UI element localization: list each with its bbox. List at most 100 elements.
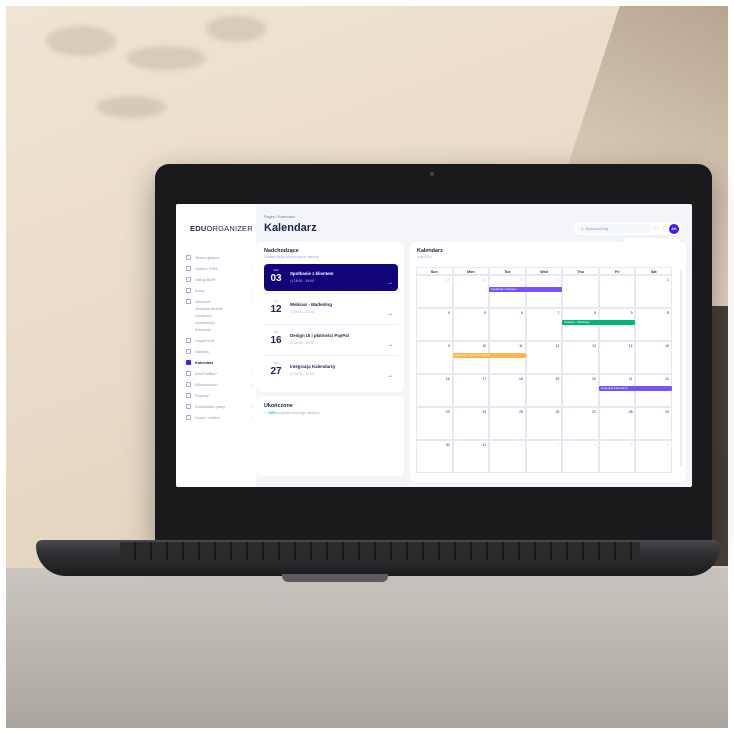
calendar-day-cell[interactable]: 2	[598, 275, 636, 308]
sidebar-item[interactable]: Kalendarz	[186, 357, 262, 368]
calendar-day-cell[interactable]: 13	[562, 341, 599, 374]
sidebar-item[interactable]: Środowisko pracy ›	[186, 401, 252, 412]
sidebar-item[interactable]: Usługi BWR ›	[186, 274, 252, 285]
event-card[interactable]: Sier 16 Design UI i płatności PayPal ◷ 09:0…	[264, 326, 398, 353]
info-icon[interactable]: ⓘ	[654, 225, 659, 232]
moon-icon[interactable]: ☾	[663, 226, 667, 232]
sidebar-item-label: System CRM	[195, 266, 218, 271]
calendar-day-cell[interactable]: 19	[525, 374, 563, 407]
calendar-day-cell[interactable]: 26	[525, 407, 563, 440]
avatar[interactable]: AK	[669, 223, 679, 234]
sidebar-item[interactable]: Asystent AI	[186, 335, 252, 346]
calendar-header-row: Sun Mon Tue Wed Thu Fri Sat	[416, 267, 673, 275]
calendar-day-cell[interactable]: 20	[562, 374, 599, 407]
keyboard	[120, 542, 640, 560]
event-time: ◷ 09:00 - 10:00	[290, 341, 314, 345]
calendar-week-row: 9 10 11 12 13 14 15 Design UI i płatności PayPa…	[416, 341, 673, 374]
day-number: 5	[484, 311, 487, 315]
day-number: 6	[520, 311, 523, 315]
event-card[interactable]: Wrz 27 Integracja Kalendarzy ◷ 09:00 - 10:0…	[264, 357, 398, 384]
calendar-day-cell[interactable]: 5	[635, 440, 673, 473]
trackpad-notch	[282, 574, 388, 582]
calendar-day-cell[interactable]: 12	[525, 341, 563, 374]
sidebar-item[interactable]: Nowy i Indeks* ›	[186, 412, 252, 423]
sidebar-item[interactable]: Strona główna	[186, 252, 252, 263]
nav-icon	[186, 415, 191, 420]
arrow-right-icon[interactable]: →	[387, 373, 393, 379]
calendar-day-cell[interactable]: 29	[635, 407, 673, 440]
event-time: ◷ 09:00 - 10:00	[290, 372, 314, 376]
sidebar-item[interactable]: Zadania	[186, 346, 252, 357]
calendar-day-cell[interactable]: 5	[452, 308, 490, 341]
sidebar-item[interactable]: Raporty*	[186, 390, 252, 401]
day-number: 1	[520, 443, 523, 447]
completed-title: Ukończone	[264, 403, 293, 409]
day-number: 13	[592, 344, 596, 348]
search-input[interactable]	[585, 226, 636, 231]
nav-icon	[186, 404, 191, 409]
calendar-day-cell[interactable]: 29	[452, 275, 490, 308]
calendar-day-cell[interactable]: 1	[562, 275, 599, 308]
sidebar-subitem[interactable]: Referencje*	[186, 328, 252, 335]
day-number: 10	[482, 344, 487, 348]
sidebar-item[interactable]: System CRM ›	[186, 263, 252, 274]
calendar-day-cell[interactable]: 16	[416, 374, 453, 407]
calendar-day-cell[interactable]: 23	[416, 407, 453, 440]
sidebar-subitem[interactable]: Wszystkie zlecenia*	[186, 307, 252, 314]
day-number: 25	[518, 410, 523, 414]
calendar-day-cell[interactable]: 6	[489, 308, 526, 341]
calendar-day-cell[interactable]: 8	[635, 308, 673, 341]
topbar: ⚲ ⓘ ☾ AK	[574, 222, 682, 235]
divider	[264, 355, 398, 356]
calendar-event[interactable]: Webinar - Marketing	[562, 320, 636, 325]
sidebar-subitem[interactable]: Complitudy*	[186, 314, 252, 321]
calendar-day-cell[interactable]: 3	[562, 440, 599, 473]
arrow-right-icon[interactable]: →	[387, 280, 393, 286]
sidebar-subitem[interactable]: Administracja*	[186, 321, 252, 328]
weekday-label: Mon	[452, 267, 490, 275]
calendar-event[interactable]: Integracja Kalendarzy	[598, 386, 672, 391]
weekday-label: Fri	[598, 267, 636, 275]
calendar-day-cell[interactable]: 1	[635, 275, 673, 308]
calendar-day-cell[interactable]: 1	[489, 440, 526, 473]
calendar-day-cell[interactable]: 2	[525, 440, 563, 473]
calendar-day-cell[interactable]: 28	[598, 407, 636, 440]
calendar-day-cell[interactable]: 4	[416, 308, 453, 341]
day-number: 31	[555, 278, 560, 282]
day-number: 26	[555, 410, 560, 414]
day-number: 17	[482, 377, 487, 381]
sidebar-item[interactable]: Zlecenia* ›	[186, 296, 252, 307]
calendar-event[interactable]: Design UI i płatności PayPal	[452, 353, 526, 358]
calendar-day-cell[interactable]: 14	[598, 341, 636, 374]
calendar-day-cell[interactable]: 9	[416, 341, 453, 374]
calendar-day-cell[interactable]: 24	[452, 407, 490, 440]
day-number: 4	[630, 443, 633, 447]
chevron-icon: ›	[250, 288, 252, 293]
calendar-day-cell[interactable]: 30	[416, 440, 453, 473]
calendar-day-cell[interactable]: 7	[525, 308, 563, 341]
calendar-day-cell[interactable]: 4	[598, 440, 636, 473]
app-logo[interactable]: EDUORGANIZER	[190, 224, 253, 233]
calendar-day-cell[interactable]: 31	[452, 440, 490, 473]
calendar-day-cell[interactable]: 15	[635, 341, 673, 374]
calendar-event[interactable]: Spotkanie z klientem	[489, 287, 563, 292]
scrollbar[interactable]	[680, 270, 682, 466]
arrow-right-icon[interactable]: →	[387, 311, 393, 317]
calendar-day-cell[interactable]: 28	[416, 275, 453, 308]
arrow-right-icon[interactable]: →	[387, 342, 393, 348]
sidebar-item[interactable]: EduChatBot* ›	[186, 368, 252, 379]
sidebar-item[interactable]: Wiadomości* ›	[186, 379, 252, 390]
weekday-label: Tue	[489, 267, 526, 275]
event-card[interactable]: Cze 03 Spotkanie z klientem ◷ 18:00 - 19:00…	[264, 264, 398, 291]
calendar-grid: Sun Mon Tue Wed Thu Fri Sat 28 29 30 31 1 2 1 Spotkani…	[416, 267, 673, 473]
event-time: ◷ 09:00 - 10:00	[290, 310, 314, 314]
sidebar-item-label: Nowy i Indeks*	[195, 415, 221, 420]
calendar-day-cell[interactable]: 25	[489, 407, 526, 440]
sidebar-item[interactable]: Kursy ›	[186, 285, 252, 296]
breadcrumb[interactable]: Pages / Kalendarz	[264, 215, 295, 219]
event-title: Integracja Kalendarzy	[290, 364, 336, 369]
calendar-day-cell[interactable]: 27	[562, 407, 599, 440]
calendar-day-cell[interactable]: 18	[489, 374, 526, 407]
calendar-day-cell[interactable]: 17	[452, 374, 490, 407]
event-card[interactable]: Lip 12 Webinar - Marketing ◷ 09:00 - 10:00 →	[264, 295, 398, 322]
